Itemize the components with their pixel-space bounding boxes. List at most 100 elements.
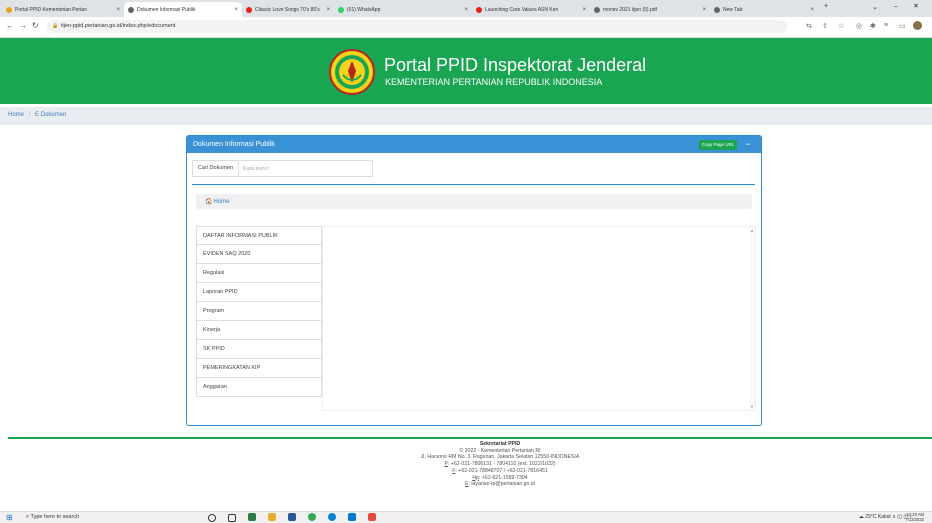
search-box: Cari Dokumen (192, 160, 377, 177)
browser-tab[interactable]: (61) WhatsApp × (334, 2, 472, 17)
chrome-icon[interactable] (308, 513, 316, 521)
lock-icon: 🔒 (52, 23, 59, 29)
favicon-icon (714, 6, 720, 13)
edge-icon[interactable] (328, 513, 336, 521)
whatsapp-icon (338, 6, 344, 13)
search-input[interactable] (239, 161, 377, 176)
list-item[interactable]: EVIDEN SAQ 2020 (196, 245, 322, 264)
close-icon[interactable]: × (116, 7, 120, 13)
windows-start-icon[interactable]: ⊞ (6, 513, 13, 522)
tab-title: Dokumen Informasi Publik (137, 6, 196, 13)
tab-title: (61) WhatsApp (347, 6, 381, 13)
scroll-down-icon[interactable]: ▼ (750, 404, 754, 409)
breadcrumb-home-link[interactable]: Home (8, 112, 24, 118)
phone-value: : +62-021-7806131 - 7804110 (ext. 1022/1… (447, 461, 556, 468)
list-item[interactable]: Kinerja (196, 321, 322, 340)
document-viewer: ▲ ▼ (322, 226, 756, 411)
file-explorer-icon[interactable] (268, 513, 276, 521)
close-icon[interactable]: × (914, 3, 918, 10)
breadcrumb: Home / E Dokumen (0, 107, 932, 125)
favicon-icon (6, 6, 12, 13)
clock-date: 7/13/2022 (905, 517, 924, 522)
close-icon[interactable]: × (234, 7, 238, 13)
windows-taskbar: ⊞ ⌕ Type here to search ☁ 29°C Kabut ∧ ◱… (0, 511, 932, 523)
divider (192, 184, 755, 185)
browser-tab[interactable]: New Tab × (710, 2, 818, 17)
breadcrumb-separator: / (28, 112, 31, 118)
weather-text[interactable]: 29°C Kabut (865, 514, 891, 520)
list-item[interactable]: Regulasi (196, 264, 322, 283)
url-text: itjen-ppid.pertanian.go.id/index.php/edo… (61, 23, 176, 29)
share-icon[interactable]: ⇪ (822, 22, 828, 30)
url-field[interactable]: 🔒 itjen-ppid.pertanian.go.id/index.php/e… (47, 20, 787, 33)
footer-divider (8, 437, 932, 439)
new-tab-icon[interactable]: + (824, 3, 828, 10)
task-view-icon[interactable] (228, 514, 236, 522)
close-icon[interactable]: × (810, 7, 814, 13)
site-title: Portal PPID Inspektorat Jenderal (384, 55, 647, 75)
close-icon[interactable]: × (464, 7, 468, 13)
reading-list-icon[interactable]: ≡ (884, 22, 888, 29)
tab-title: New Tab (723, 6, 743, 13)
collapse-icon[interactable]: − (741, 138, 755, 151)
list-item[interactable]: Laporan PPID (196, 283, 322, 302)
browser-tab[interactable]: Launching Core Values ASN Ken × (472, 2, 590, 17)
document-panel: Dokumen Informasi Publik Copy Page URL −… (186, 135, 762, 426)
tab-title: Portal PPID Kementerian Pertan (15, 6, 87, 13)
cortana-icon[interactable] (208, 514, 216, 522)
clock[interactable]: 10:28 AM 7/13/2022 (905, 512, 924, 522)
panel-header: Dokumen Informasi Publik Copy Page URL − (187, 136, 761, 153)
close-icon[interactable]: × (326, 7, 330, 13)
email-value[interactable]: : layanan-ip@pertanian.go.id (469, 481, 535, 487)
scroll-up-icon[interactable]: ▲ (750, 228, 754, 233)
app-icon[interactable] (368, 513, 376, 521)
home-link[interactable]: 🏠Home (205, 198, 230, 205)
favicon-icon (594, 6, 600, 13)
fax-value: : +62-021-78848707 / +62-021-7816451 (455, 467, 548, 474)
scrollbar[interactable]: ▲ ▼ (749, 227, 755, 410)
minimize-icon[interactable]: – (894, 3, 898, 10)
address-bar-row: ← → ↻ 🔒 itjen-ppid.pertanian.go.id/index… (0, 17, 932, 38)
footer-email: E: layanan-ip@pertanian.go.id (300, 481, 700, 488)
back-icon[interactable]: ← (6, 21, 14, 30)
chevron-down-icon[interactable]: ⌄ (872, 3, 878, 11)
browser-tab-bar: Portal PPID Kementerian Pertan × Dokumen… (0, 0, 932, 17)
list-item[interactable]: PEMERINGKATAN KIP (196, 359, 322, 378)
bookmark-star-icon[interactable]: ☆ (838, 22, 844, 30)
list-item[interactable]: DAFTAR INFORMASI PUBLIK (196, 226, 322, 245)
reload-icon[interactable]: ↻ (32, 21, 39, 30)
list-item[interactable]: SK PPID (196, 340, 322, 359)
browser-tab[interactable]: Classic Love Songs 70's 80's × (242, 2, 334, 17)
browser-tab-active[interactable]: Dokumen Informasi Publik × (124, 2, 242, 17)
folder-list: DAFTAR INFORMASI PUBLIK EVIDEN SAQ 2020 … (196, 226, 322, 397)
footer-org: Sekretariat PPID (479, 441, 521, 447)
browser-tab[interactable]: monev 2021 itjen (5).pdf × (590, 2, 710, 17)
copy-page-url-button[interactable]: Copy Page URL (699, 140, 737, 150)
hp-value: : +62-821-1589-7394 (479, 474, 528, 481)
close-icon[interactable]: × (702, 7, 706, 13)
word-icon[interactable] (288, 513, 296, 521)
tab-title: monev 2021 itjen (5).pdf (603, 6, 657, 13)
list-item[interactable]: Anggaran (196, 378, 322, 397)
footer: Sekretariat PPID © 2022 - Kementerian Pe… (300, 441, 700, 488)
tab-title: Classic Love Songs 70's 80's (255, 6, 320, 13)
youtube-icon (476, 6, 482, 13)
store-icon[interactable] (348, 513, 356, 521)
translate-icon[interactable]: ⇆ (806, 22, 812, 30)
kementan-logo[interactable] (329, 49, 375, 95)
excel-icon[interactable] (248, 513, 256, 521)
puzzle-icon[interactable]: ✱ (870, 22, 876, 30)
taskbar-search[interactable]: ⌕ Type here to search (20, 512, 196, 523)
profile-avatar[interactable] (913, 21, 922, 30)
extension-icon[interactable]: ◎ (856, 22, 862, 30)
list-item[interactable]: Program (196, 302, 322, 321)
split-view-icon[interactable]: ▭ (899, 22, 906, 30)
taskbar-search-text: Type here to search (30, 514, 80, 520)
folder-breadcrumb: 🏠Home (196, 194, 752, 209)
browser-tab[interactable]: Portal PPID Kementerian Pertan × (2, 2, 124, 17)
breadcrumb-current[interactable]: E Dokumen (35, 112, 66, 118)
close-icon[interactable]: × (582, 7, 586, 13)
panel-title: Dokumen Informasi Publik (193, 141, 275, 148)
footer-fax: F: +62-021-78848707 / +62-021-7816451 (300, 468, 700, 475)
forward-icon[interactable]: → (19, 21, 27, 30)
